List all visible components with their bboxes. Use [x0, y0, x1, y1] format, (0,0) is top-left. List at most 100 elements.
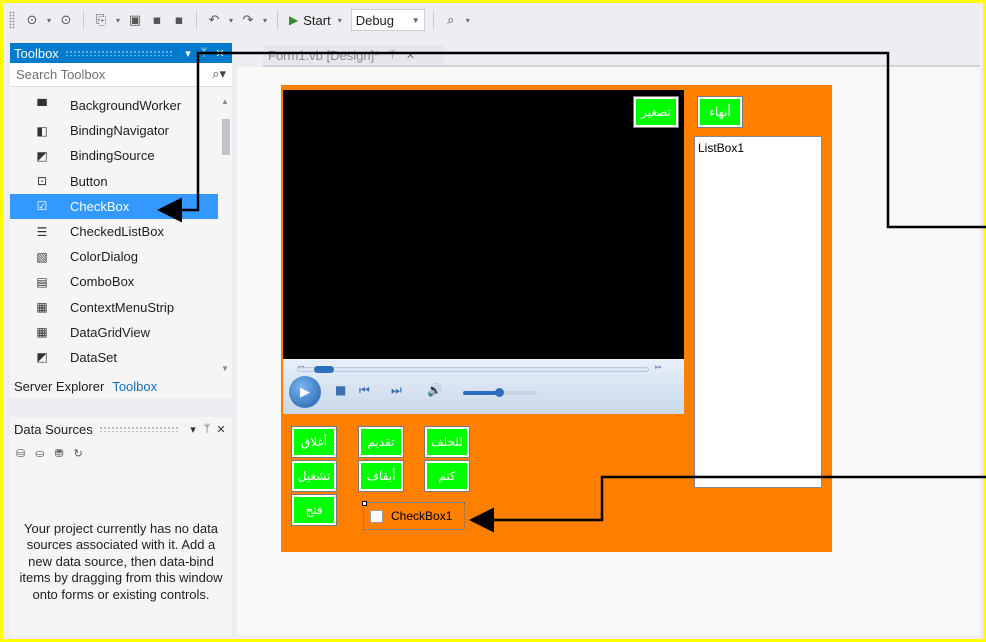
toolbox-item[interactable]: ▭DateTimePicker: [10, 370, 232, 377]
color-dialog-icon: ▧: [36, 249, 48, 264]
toolbox-item-label: CheckBox: [70, 198, 130, 214]
play-media-button[interactable]: تشغيل: [291, 460, 337, 492]
toolbox-scrollbar[interactable]: ▲ ▼: [218, 93, 232, 377]
stop-icon[interactable]: ■: [335, 383, 346, 397]
redo-icon[interactable]: ↷: [239, 13, 257, 28]
configure-data-source-icon[interactable]: ⛃: [54, 447, 63, 460]
scroll-thumb[interactable]: [222, 119, 230, 155]
edit-dataset-icon[interactable]: ⛀: [35, 447, 44, 460]
toolbox-item[interactable]: ▀ BackgroundWorker: [10, 93, 232, 118]
toolbar-grip[interactable]: [9, 11, 15, 29]
combo-box-icon: ▤: [36, 274, 48, 289]
save-all-icon[interactable]: ▪: [170, 13, 188, 28]
title-grip: [98, 426, 180, 432]
undo-icon[interactable]: ↶: [205, 13, 223, 28]
designed-form[interactable]: ◂◂ ▸▸ ▶ ■ ⏮ ⏭ 🔊 أنهاء تصغير ListBox1 للخ…: [281, 85, 832, 552]
data-sources-panel: Data Sources ▾ ᛘ ✕ ⛁ ⛀ ⛃ ↻ Your project …: [10, 417, 232, 636]
toolbox-item[interactable]: ☰ CheckedListBox: [10, 219, 232, 244]
window-position-icon[interactable]: ▾: [180, 47, 196, 60]
new-project-icon[interactable]: ⎘: [92, 13, 110, 28]
media-player-control[interactable]: ◂◂ ▸▸ ▶ ■ ⏮ ⏭ 🔊: [283, 90, 684, 414]
close-icon[interactable]: ✕: [406, 49, 415, 62]
forward-button[interactable]: تقديم: [358, 426, 404, 458]
backward-button[interactable]: للخلف: [424, 426, 470, 458]
data-sources-title: Data Sources: [14, 421, 93, 437]
toolbox-item[interactable]: ☑ CheckBox: [10, 193, 232, 219]
seek-forward-icon[interactable]: ▸▸: [655, 363, 662, 371]
volume-icon[interactable]: 🔊: [427, 383, 442, 397]
document-tab[interactable]: Form1.vb [Design]* ᛘ ✕: [263, 45, 444, 65]
play-button[interactable]: ▶: [289, 376, 321, 408]
navigate-forward-icon[interactable]: ⊙: [57, 13, 75, 28]
find-in-files-icon[interactable]: ⌕: [442, 13, 460, 28]
play-icon: ▶: [289, 13, 299, 27]
toolbox-item[interactable]: ▧ ColorDialog: [10, 244, 232, 269]
list-box-label: ListBox1: [698, 141, 745, 155]
toolbox-item[interactable]: ⊡ Button: [10, 169, 232, 194]
data-sources-title-bar[interactable]: Data Sources ▾ ᛘ ✕: [10, 417, 232, 441]
dropdown-arrow-icon[interactable]: ▾: [227, 16, 235, 25]
checkbox-control[interactable]: CheckBox1: [362, 501, 465, 530]
save-icon[interactable]: ▪: [148, 13, 166, 28]
list-box[interactable]: ListBox1: [694, 136, 822, 488]
scroll-down-icon[interactable]: ▼: [221, 364, 229, 373]
no-data-sources-message: Your project currently has no data sourc…: [19, 521, 223, 602]
pin-icon[interactable]: ᛘ: [389, 49, 396, 61]
data-set-icon: ◩: [36, 350, 48, 365]
toolbox-search[interactable]: Search Toolbox ⌕▾: [10, 63, 232, 87]
end-button[interactable]: أنهاء: [697, 96, 743, 128]
scroll-up-icon[interactable]: ▲: [221, 97, 229, 106]
title-grip: [64, 50, 174, 56]
toolbox-item[interactable]: ◩ DataSet: [10, 345, 232, 370]
dropdown-arrow-icon[interactable]: ▾: [336, 16, 344, 25]
next-icon[interactable]: ⏭: [391, 383, 402, 398]
dropdown-arrow-icon[interactable]: ▾: [45, 16, 53, 25]
pin-icon[interactable]: ᛘ: [196, 47, 212, 59]
navigate-back-icon[interactable]: ⊙: [23, 13, 41, 28]
toolbox-title-bar[interactable]: Toolbox ▾ ᛘ ✕: [10, 43, 232, 63]
chevron-down-icon: ▼: [411, 15, 420, 25]
close-icon[interactable]: ✕: [214, 423, 228, 436]
checked-list-box-icon: ☰: [36, 224, 48, 239]
add-data-source-icon[interactable]: ⛁: [16, 447, 25, 460]
toolbar-options-icon[interactable]: ▾: [464, 16, 472, 25]
checkbox-box[interactable]: [370, 509, 383, 523]
volume-thumb[interactable]: [495, 388, 504, 397]
toolbox-item-label: ComboBox: [70, 274, 135, 290]
tab-server-explorer[interactable]: Server Explorer: [10, 377, 108, 398]
toolbox-item[interactable]: ▤ ComboBox: [10, 269, 232, 294]
volume-slider[interactable]: [463, 388, 537, 397]
resize-handle[interactable]: [362, 501, 367, 506]
button-icon: ⊡: [36, 174, 48, 189]
previous-icon[interactable]: ⏮: [359, 383, 370, 398]
stop-button[interactable]: أيقاف: [358, 460, 404, 492]
toolbox-item[interactable]: ▦ ContextMenuStrip: [10, 295, 232, 320]
toolbar-separator: [432, 11, 434, 29]
pin-icon[interactable]: ᛘ: [200, 423, 214, 435]
seek-slider[interactable]: [297, 366, 649, 373]
seek-thumb[interactable]: [314, 366, 334, 373]
close-button[interactable]: أغلاق: [291, 426, 337, 458]
dropdown-arrow-icon[interactable]: ▾: [114, 16, 122, 25]
dropdown-arrow-icon[interactable]: ▾: [261, 16, 269, 25]
search-icon[interactable]: ⌕▾: [212, 67, 226, 82]
open-file-icon[interactable]: ▣: [126, 13, 144, 28]
window-position-icon[interactable]: ▾: [186, 423, 200, 436]
open-button[interactable]: فتح: [291, 494, 337, 526]
tab-toolbox[interactable]: Toolbox: [108, 377, 162, 398]
context-menu-strip-icon: ▦: [36, 300, 48, 315]
toolbox-item[interactable]: ▦ DataGridView: [10, 320, 232, 345]
close-icon[interactable]: ✕: [212, 47, 228, 60]
toolbox-item[interactable]: ◧ BindingNavigator: [10, 118, 232, 143]
mute-button[interactable]: كتم: [424, 460, 470, 492]
search-input[interactable]: Search Toolbox: [16, 67, 105, 82]
minimize-button[interactable]: تصغير: [633, 96, 679, 128]
solution-configuration-select[interactable]: Debug ▼: [350, 9, 425, 31]
start-button[interactable]: ▶ Start ▾: [286, 13, 347, 28]
refresh-icon[interactable]: ↻: [74, 447, 83, 460]
toolbox-item[interactable]: ◩ BindingSource: [10, 143, 232, 168]
toolbox-title: Toolbox: [14, 45, 59, 61]
data-sources-toolbar: ⛁ ⛀ ⛃ ↻: [10, 441, 232, 465]
main-toolbar: ⊙ ▾ ⊙ ⎘ ▾ ▣ ▪ ▪ ↶ ▾ ↷ ▾ ▶ Start ▾ Debug …: [3, 3, 983, 37]
panel-tab-strip: Server Explorer Toolbox: [10, 377, 232, 398]
